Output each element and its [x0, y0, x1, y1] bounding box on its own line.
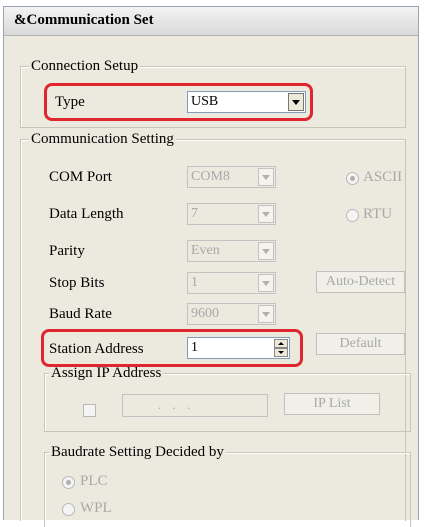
ip-address-value: . . . — [158, 397, 195, 412]
wpl-label: WPL — [80, 500, 112, 516]
data-length-select[interactable]: 7 — [187, 203, 276, 225]
ascii-label: ASCII — [363, 169, 403, 185]
stop-bits-label: Stop Bits — [49, 275, 105, 291]
station-address-highlight — [41, 329, 303, 367]
data-length-label: Data Length — [49, 206, 124, 222]
baud-rate-label: Baud Rate — [49, 306, 112, 322]
ascii-radio[interactable] — [346, 172, 359, 185]
window-title: &Communication Set — [14, 12, 154, 28]
auto-detect-button[interactable]: Auto-Detect — [316, 271, 405, 293]
ip-list-button[interactable]: IP List — [284, 393, 380, 415]
parity-value: Even — [191, 243, 220, 258]
data-length-chevron-down-icon — [258, 205, 274, 223]
parity-chevron-down-icon — [258, 242, 274, 260]
com-port-value: COM8 — [191, 169, 230, 184]
baud-rate-select[interactable]: 9600 — [187, 303, 276, 325]
rtu-radio[interactable] — [346, 209, 359, 222]
rtu-label: RTU — [363, 206, 393, 222]
assign-ip-checkbox[interactable] — [83, 404, 96, 417]
connection-setup-legend: Connection Setup — [29, 58, 141, 74]
parity-select[interactable]: Even — [187, 240, 276, 262]
plc-radio[interactable] — [62, 476, 75, 489]
parity-label: Parity — [49, 243, 85, 259]
default-button[interactable]: Default — [316, 333, 405, 355]
stop-bits-value: 1 — [191, 275, 198, 290]
baud-rate-chevron-down-icon — [258, 305, 274, 323]
baudrate-decided-legend: Baudrate Setting Decided by — [49, 444, 226, 460]
communication-set-window: &Communication Set Connection Setup Type… — [3, 6, 419, 527]
communication-setting-legend: Communication Setting — [29, 131, 176, 147]
stop-bits-select[interactable]: 1 — [187, 272, 276, 294]
ip-address-input[interactable]: . . . — [122, 394, 268, 417]
com-port-label: COM Port — [49, 169, 112, 185]
data-length-value: 7 — [191, 206, 198, 221]
title-bar: &Communication Set — [4, 7, 418, 36]
plc-label: PLC — [80, 473, 108, 489]
baud-rate-value: 9600 — [191, 306, 219, 321]
com-port-select[interactable]: COM8 — [187, 166, 276, 188]
stop-bits-chevron-down-icon — [258, 274, 274, 292]
com-port-chevron-down-icon — [258, 168, 274, 186]
wpl-radio[interactable] — [62, 503, 75, 516]
assign-ip-legend: Assign IP Address — [49, 365, 164, 381]
type-highlight — [44, 83, 313, 121]
